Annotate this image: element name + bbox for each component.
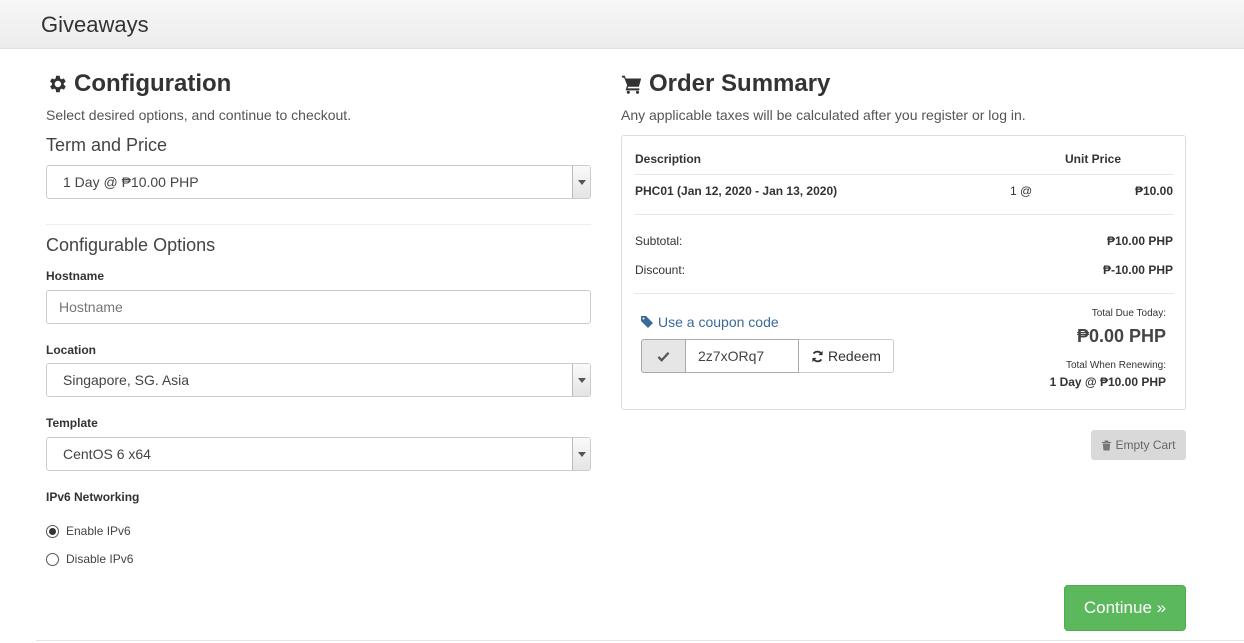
enable-ipv6-radio[interactable]: [46, 524, 59, 538]
subtotal-label: Subtotal:: [635, 234, 683, 248]
coupon-code-input[interactable]: 2z7xORq7: [685, 339, 799, 373]
discount-value: ₱-10.00 PHP: [1102, 263, 1173, 277]
location-value: Singapore, SG. Asia: [63, 372, 190, 388]
total-due-value: ₱0.00 PHP: [1076, 326, 1166, 346]
term-price-label: Term and Price: [46, 135, 168, 155]
disable-ipv6-radio[interactable]: [46, 552, 59, 566]
unit-price-header: Unit Price: [1065, 152, 1122, 166]
gear-icon: [50, 75, 66, 93]
hostname-label: Hostname: [46, 269, 105, 283]
term-price-select[interactable]: 1 Day @ ₱10.00 PHP: [46, 165, 591, 199]
total-due-label: Total Due Today:: [1091, 308, 1166, 319]
top-bar: Giveaways: [0, 0, 1244, 49]
configuration-subtitle: Select desired options, and continue to …: [46, 107, 352, 123]
order-summary-title: Order Summary: [649, 70, 831, 97]
disable-ipv6-option[interactable]: Disable IPv6: [46, 552, 133, 566]
continue-button[interactable]: Continue »: [1064, 585, 1186, 631]
divider: [634, 174, 1174, 175]
tag-icon: [641, 316, 653, 328]
empty-cart-label: Empty Cart: [1115, 438, 1176, 452]
redeem-button[interactable]: Redeem: [799, 339, 894, 373]
template-label: Template: [46, 416, 98, 430]
order-summary-panel: Description Unit Price PHC01 (Jan 12, 20…: [621, 135, 1186, 410]
order-summary-subtitle: Any applicable taxes will be calculated …: [621, 107, 1026, 123]
location-select[interactable]: Singapore, SG. Asia: [46, 363, 591, 397]
description-header: Description: [635, 152, 702, 166]
disable-ipv6-label: Disable IPv6: [66, 552, 134, 566]
item-name: PHC01 (Jan 12, 2020 - Jan 13, 2020): [635, 184, 838, 198]
redeem-label: Redeem: [828, 348, 881, 364]
chevron-down-icon: [572, 438, 590, 470]
ipv6-label: IPv6 Networking: [46, 490, 140, 504]
checkmark-icon: [641, 339, 685, 373]
configuration-heading: Configuration: [46, 70, 231, 98]
configurable-options-title: Configurable Options: [46, 235, 216, 255]
use-coupon-label: Use a coupon code: [658, 314, 779, 330]
use-coupon-link[interactable]: Use a coupon code: [641, 314, 779, 330]
empty-cart-button[interactable]: Empty Cart: [1091, 430, 1186, 460]
divider: [634, 293, 1174, 294]
item-quantity: 1 @: [1010, 184, 1033, 198]
divider: [634, 214, 1174, 215]
order-summary-heading: Order Summary: [621, 70, 830, 98]
renewing-label: Total When Renewing:: [1065, 360, 1166, 371]
item-price: ₱10.00: [1134, 184, 1173, 198]
shopping-cart-icon: [621, 75, 642, 94]
discount-label: Discount:: [635, 263, 686, 277]
divider: [36, 640, 1244, 641]
subtotal-value: ₱10.00 PHP: [1106, 234, 1173, 248]
template-select[interactable]: CentOS 6 x64: [46, 437, 591, 471]
chevron-down-icon: [572, 166, 590, 198]
trash-icon: [1102, 439, 1112, 451]
renewing-value: 1 Day @ ₱10.00 PHP: [1049, 375, 1166, 389]
page-title: Giveaways: [41, 12, 149, 37]
refresh-icon: [812, 350, 823, 362]
hostname-input[interactable]: [46, 290, 591, 324]
enable-ipv6-option[interactable]: Enable IPv6: [46, 524, 131, 538]
divider: [46, 224, 591, 225]
configuration-title: Configuration: [74, 70, 232, 97]
chevron-down-icon: [572, 364, 590, 396]
location-label: Location: [46, 343, 96, 357]
template-value: CentOS 6 x64: [63, 446, 151, 462]
term-price-value: 1 Day @ ₱10.00 PHP: [63, 174, 199, 190]
coupon-input-group: 2z7xORq7 Redeem: [641, 339, 894, 373]
enable-ipv6-label: Enable IPv6: [66, 524, 131, 538]
